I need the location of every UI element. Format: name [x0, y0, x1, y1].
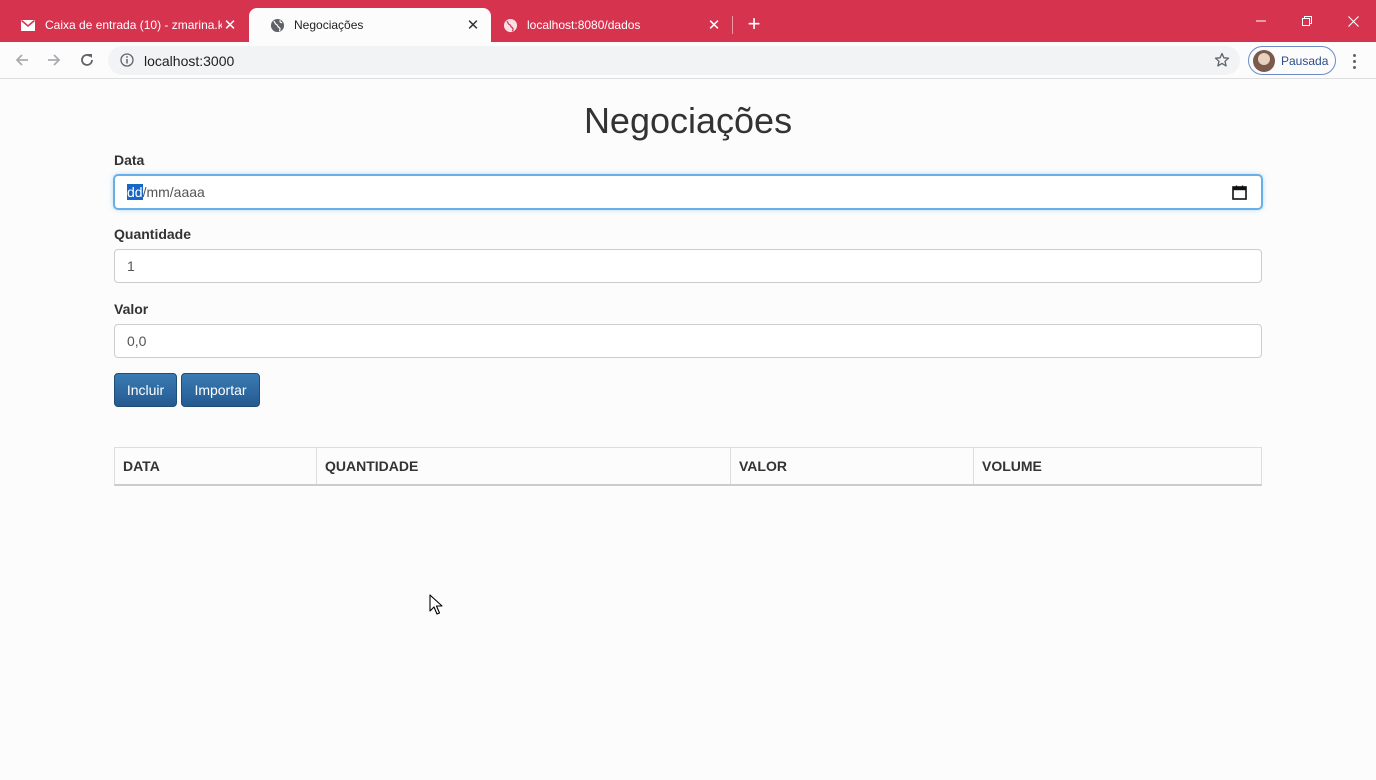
- mouse-cursor-icon: [429, 594, 443, 615]
- tab-title: localhost:8080/dados: [527, 18, 641, 32]
- tab-separator: [732, 16, 733, 34]
- avatar: [1253, 49, 1275, 72]
- column-header-volume: VOLUME: [982, 458, 1042, 474]
- info-icon[interactable]: [120, 53, 134, 67]
- quantity-label: Quantidade: [114, 226, 192, 242]
- close-tab-icon[interactable]: ✕: [222, 17, 238, 33]
- browser-menu-icon[interactable]: [1344, 48, 1364, 74]
- date-input[interactable]: dd/mm/aaaa: [114, 175, 1262, 209]
- new-tab-button[interactable]: +: [742, 13, 766, 37]
- tab-negociacoes[interactable]: Negociações ✕: [249, 8, 491, 42]
- import-button[interactable]: Importar: [181, 373, 260, 407]
- address-bar[interactable]: localhost:3000: [108, 46, 1240, 75]
- globe-icon: [269, 17, 285, 33]
- value-label: Valor: [114, 301, 149, 317]
- column-header-data: DATA: [115, 448, 317, 484]
- back-arrow-icon: [15, 54, 28, 66]
- globe-icon: [502, 17, 518, 33]
- column-header-quantidade: QUANTIDADE: [317, 448, 731, 484]
- reload-icon: [81, 54, 93, 66]
- tab-title: Caixa de entrada (10) - zmarina.k: [45, 18, 222, 32]
- quantity-input[interactable]: 1: [114, 249, 1262, 283]
- bookmark-star-icon[interactable]: [1214, 52, 1230, 68]
- page-content: Negociações Data dd/mm/aaaa Quantidade 1…: [0, 80, 1376, 780]
- page-title: Negociações: [583, 100, 793, 141]
- date-placeholder-rest: /mm/aaaa: [142, 184, 205, 200]
- negotiations-table-header: DATA QUANTIDADE VALOR VOLUME: [114, 447, 1262, 486]
- minimize-icon: [1256, 20, 1266, 22]
- column-header-valor: VALOR: [731, 448, 974, 484]
- calendar-icon[interactable]: [1232, 185, 1247, 200]
- tab-localhost-dados[interactable]: localhost:8080/dados ✕: [482, 8, 732, 42]
- forward-arrow-icon: [48, 54, 61, 66]
- reload-button[interactable]: [74, 47, 100, 73]
- url-text[interactable]: localhost:3000: [144, 53, 234, 69]
- profile-button[interactable]: Pausada: [1248, 46, 1336, 75]
- minimize-button[interactable]: [1238, 0, 1284, 42]
- gmail-icon: [20, 17, 36, 33]
- restore-button[interactable]: [1284, 0, 1330, 42]
- tab-gmail[interactable]: Caixa de entrada (10) - zmarina.k ✕: [0, 8, 248, 42]
- tab-strip: Caixa de entrada (10) - zmarina.k ✕ Nego…: [0, 0, 1376, 42]
- date-day-segment[interactable]: dd: [127, 184, 143, 200]
- forward-button[interactable]: [41, 47, 67, 73]
- browser-toolbar: localhost:3000 Pausada: [0, 42, 1376, 79]
- close-tab-icon[interactable]: ✕: [706, 17, 722, 33]
- back-button[interactable]: [9, 47, 35, 73]
- close-window-button[interactable]: [1330, 0, 1376, 42]
- include-button[interactable]: Incluir: [114, 373, 177, 407]
- close-tab-icon[interactable]: ✕: [465, 17, 481, 33]
- profile-label: Pausada: [1281, 53, 1329, 68]
- close-icon: [1347, 15, 1359, 27]
- tab-title: Negociações: [294, 18, 364, 32]
- date-label: Data: [114, 152, 145, 168]
- restore-icon: [1302, 16, 1312, 26]
- value-input[interactable]: 0,0: [114, 324, 1262, 358]
